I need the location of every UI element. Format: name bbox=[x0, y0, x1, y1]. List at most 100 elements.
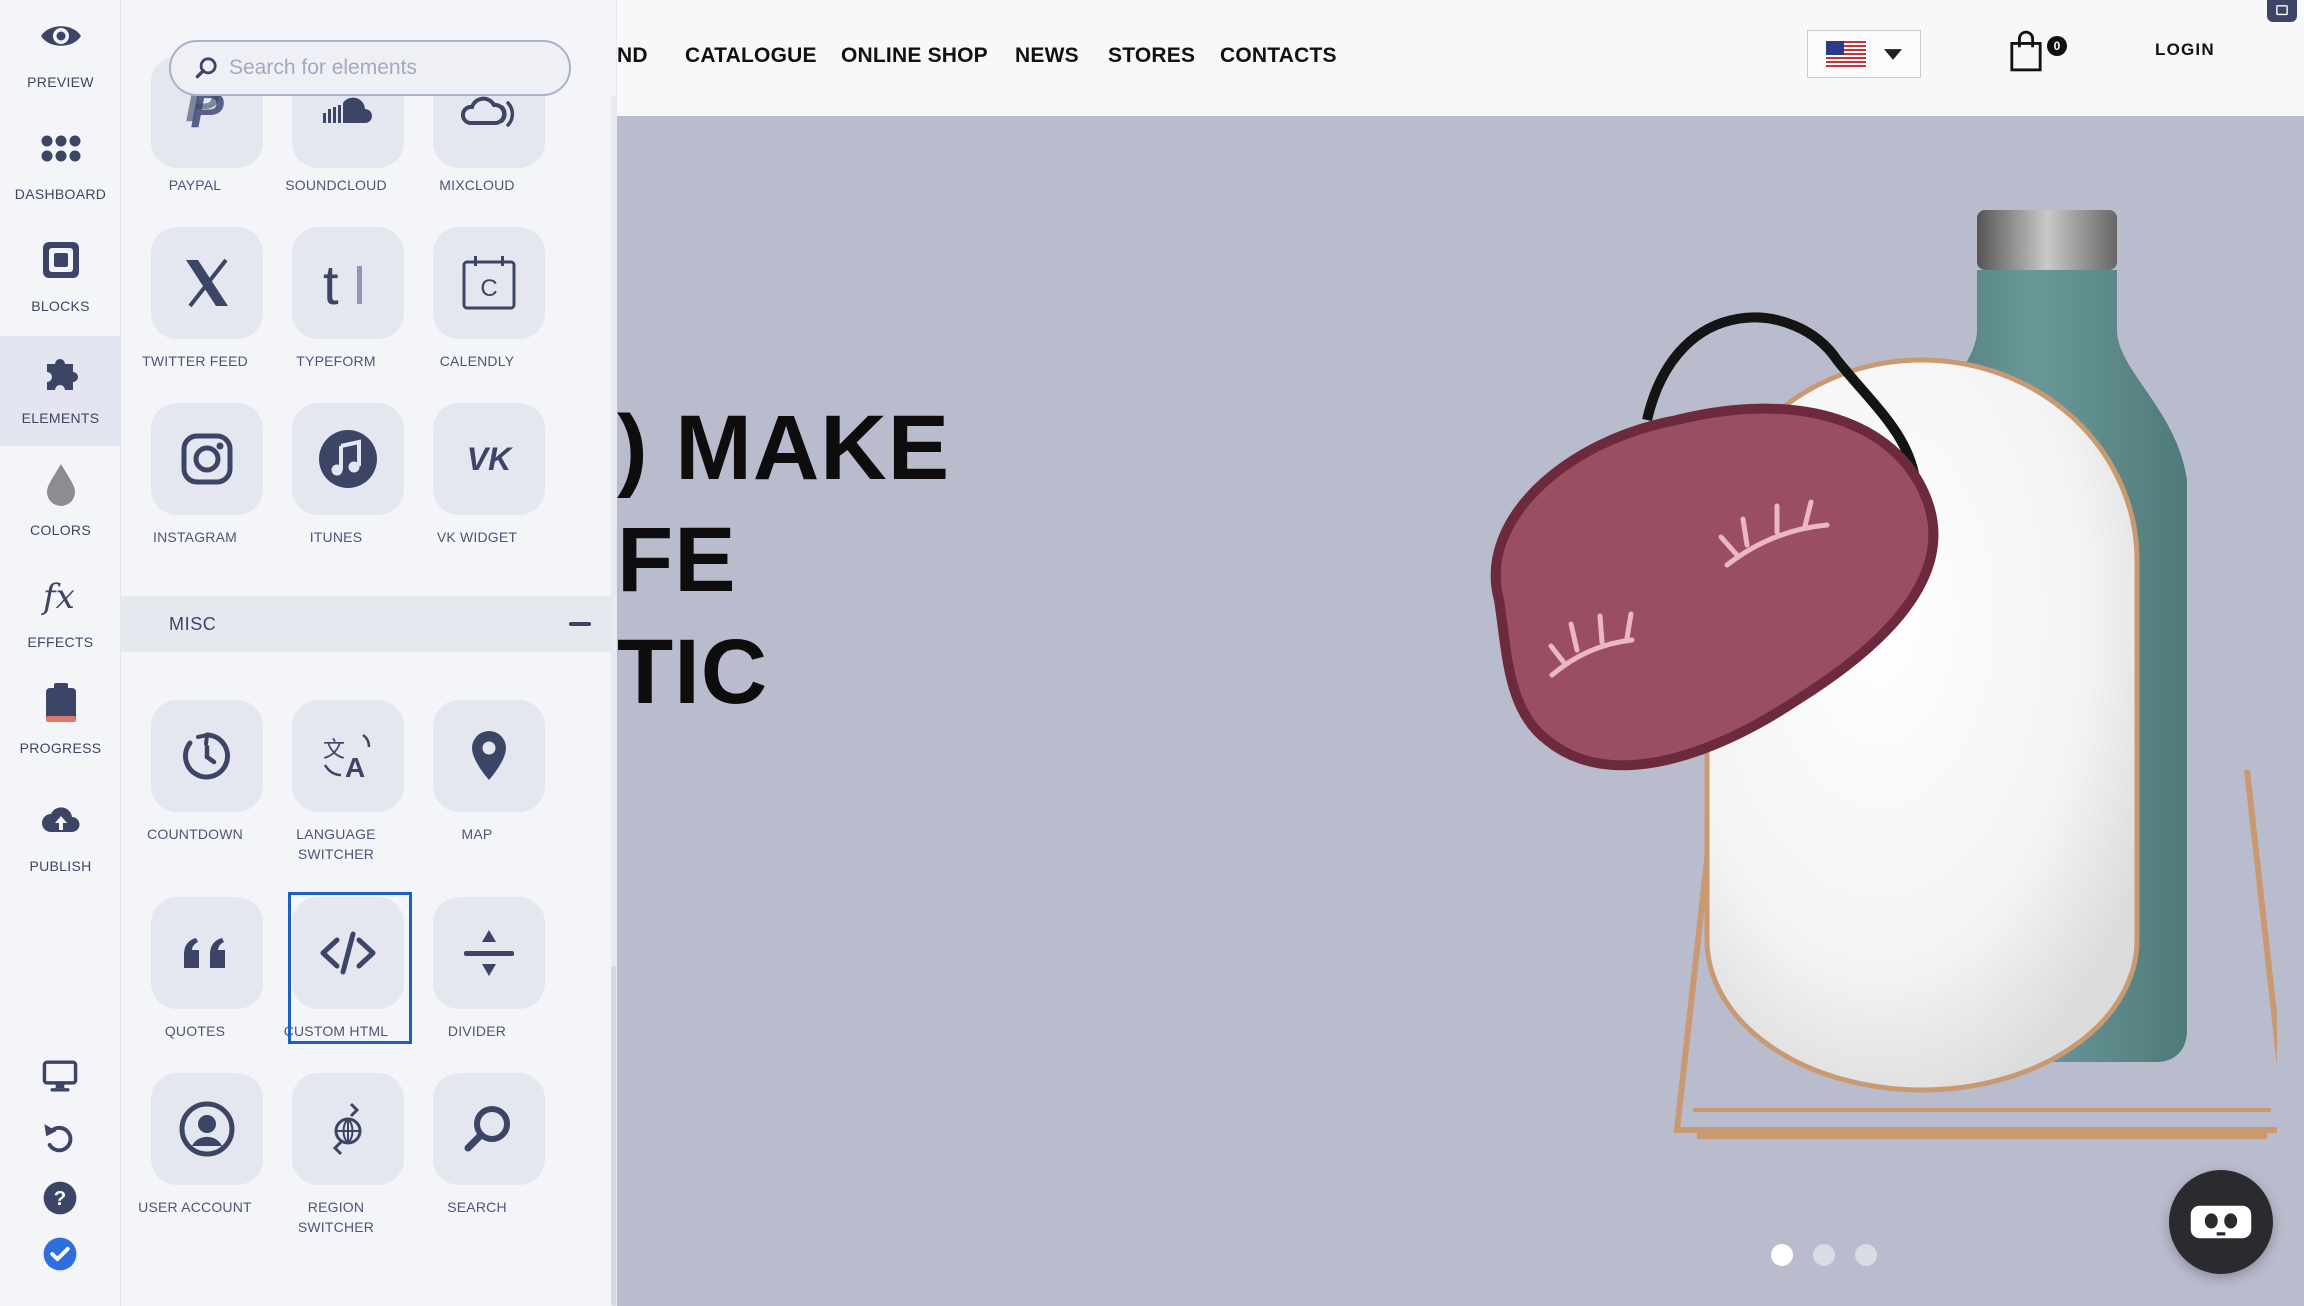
tile-twitter-feed[interactable] bbox=[151, 227, 263, 339]
translate-icon: 文A bbox=[323, 733, 371, 783]
undo-button[interactable] bbox=[38, 1116, 82, 1160]
puzzle-icon bbox=[46, 359, 78, 390]
rail-item-blocks[interactable]: BLOCKS bbox=[0, 224, 121, 334]
svg-text:文: 文 bbox=[323, 738, 345, 763]
divider-icon bbox=[464, 930, 514, 976]
tile-language-switcher[interactable]: 文A bbox=[292, 700, 404, 812]
nav-link-online-shop[interactable]: ONLINE SHOP bbox=[841, 44, 988, 68]
rail-item-dashboard[interactable]: DASHBOARD bbox=[0, 112, 121, 222]
misc-section-title: MISC bbox=[169, 613, 217, 634]
tile-label: USER ACCOUNT bbox=[138, 1199, 252, 1215]
tile-custom-html[interactable] bbox=[292, 897, 404, 1009]
hero-heading-line-3: TIC bbox=[617, 621, 769, 723]
us-flag-icon bbox=[1826, 41, 1866, 67]
music-note-icon bbox=[319, 430, 377, 488]
quote-icon bbox=[184, 938, 225, 968]
rail-label: COLORS bbox=[30, 522, 91, 538]
tile-quotes[interactable] bbox=[151, 897, 263, 1009]
hero-heading-line-2: FE bbox=[617, 509, 737, 611]
hero-product-image bbox=[1490, 210, 2277, 1139]
tile-calendly[interactable]: C bbox=[433, 227, 545, 339]
rail-item-elements[interactable]: ELEMENTS bbox=[0, 336, 121, 446]
hero-heading-line-1: ) MAKE bbox=[617, 397, 951, 499]
tile-label: COUNTDOWN bbox=[147, 826, 243, 842]
tile-label: CUSTOM HTML bbox=[283, 1023, 389, 1039]
nav-link-catalogue[interactable]: CATALOGUE bbox=[685, 44, 817, 68]
block-square-icon bbox=[42, 242, 79, 278]
language-dropdown[interactable] bbox=[1807, 30, 1921, 78]
help-button[interactable]: ? bbox=[38, 1176, 82, 1220]
tile-user-account[interactable] bbox=[151, 1073, 263, 1185]
nav-link-contacts[interactable]: CONTACTS bbox=[1220, 44, 1337, 68]
element-search-input[interactable] bbox=[229, 56, 549, 80]
rail-item-publish[interactable]: PUBLISH bbox=[0, 784, 121, 894]
tablet-icon bbox=[2276, 5, 2288, 16]
rail-item-preview[interactable]: PREVIEW bbox=[0, 0, 121, 110]
nav-link-news[interactable]: NEWS bbox=[1015, 44, 1079, 68]
tile-label: INSTAGRAM bbox=[153, 529, 237, 545]
device-toggle-button[interactable] bbox=[2267, 0, 2297, 22]
slider-dot-2[interactable] bbox=[1813, 1244, 1835, 1266]
tile-label: TYPEFORM bbox=[296, 353, 376, 369]
monitor-icon bbox=[42, 1060, 78, 1092]
site-preview-canvas[interactable]: ND CATALOGUE ONLINE SHOP NEWS STORES CON… bbox=[617, 0, 2304, 1306]
tile-divider[interactable] bbox=[433, 897, 545, 1009]
tile-label: TWITTER FEED bbox=[142, 353, 248, 369]
cloud-upload-icon bbox=[41, 807, 79, 832]
collapse-minus-icon[interactable] bbox=[569, 622, 591, 626]
undo-icon bbox=[44, 1124, 73, 1153]
svg-text:A: A bbox=[345, 752, 365, 783]
desktop-view-button[interactable] bbox=[38, 1054, 82, 1098]
tile-label: DIVIDER bbox=[447, 1023, 507, 1039]
fx-icon: fx bbox=[40, 577, 75, 617]
status-check-button[interactable] bbox=[38, 1232, 82, 1276]
tile-countdown[interactable] bbox=[151, 700, 263, 812]
tile-typeform[interactable]: t bbox=[292, 227, 404, 339]
login-link[interactable]: LOGIN bbox=[2155, 40, 2215, 60]
svg-text:VK: VK bbox=[467, 441, 514, 477]
tile-vk-widget[interactable]: VK bbox=[433, 403, 545, 515]
tile-instagram[interactable] bbox=[151, 403, 263, 515]
rail-label: PREVIEW bbox=[27, 74, 94, 90]
rail-label: DASHBOARD bbox=[14, 186, 107, 202]
tile-map[interactable] bbox=[433, 700, 545, 812]
x-logo-icon bbox=[186, 258, 228, 308]
tile-label: VK WIDGET bbox=[436, 529, 518, 545]
nav-link-stores[interactable]: STORES bbox=[1108, 44, 1195, 68]
tile-label: MIXCLOUD bbox=[439, 177, 515, 193]
nav-link-brand[interactable]: ND bbox=[617, 44, 648, 68]
cart-button[interactable]: 0 bbox=[2009, 30, 2069, 74]
misc-section-header[interactable]: MISC bbox=[121, 596, 611, 652]
slider-dot-1[interactable] bbox=[1771, 1244, 1793, 1266]
rail-label: PUBLISH bbox=[29, 858, 92, 874]
tile-label: QUOTES bbox=[164, 1023, 226, 1039]
drop-icon bbox=[46, 464, 75, 506]
user-circle-icon bbox=[179, 1101, 235, 1157]
tile-label: LANGUAGE SWITCHER bbox=[296, 826, 376, 862]
svg-text:t: t bbox=[323, 253, 339, 314]
instagram-icon bbox=[181, 433, 233, 485]
dots-grid-icon bbox=[41, 135, 80, 162]
search-icon bbox=[464, 1106, 510, 1152]
tile-region-switcher[interactable] bbox=[292, 1073, 404, 1185]
rail-item-colors[interactable]: COLORS bbox=[0, 448, 121, 558]
site-navbar: ND CATALOGUE ONLINE SHOP NEWS STORES CON… bbox=[617, 0, 2304, 116]
slider-dot-3[interactable] bbox=[1855, 1244, 1877, 1266]
rail-label: ELEMENTS bbox=[21, 410, 100, 426]
svg-text:?: ? bbox=[54, 1187, 67, 1210]
robot-face-icon bbox=[2190, 1205, 2252, 1239]
rail-item-progress[interactable]: PROGRESS bbox=[0, 666, 121, 776]
tile-label: PAYPAL bbox=[168, 177, 222, 193]
rail-label: EFFECTS bbox=[27, 634, 94, 650]
clipboard-icon bbox=[45, 683, 76, 722]
rail-label: BLOCKS bbox=[31, 298, 90, 314]
rail-item-effects[interactable]: fx EFFECTS bbox=[0, 560, 121, 670]
search-icon bbox=[195, 57, 217, 79]
tile-itunes[interactable] bbox=[292, 403, 404, 515]
assistant-bot-button[interactable] bbox=[2169, 1170, 2273, 1274]
tile-label: REGION SWITCHER bbox=[297, 1199, 375, 1235]
elements-panel: PP PAYPAL SOUNDCLOUD MIXCLOUD t C TWITTE… bbox=[121, 0, 617, 1306]
cart-count-badge: 0 bbox=[2047, 36, 2067, 56]
tile-label: ITUNES bbox=[309, 529, 363, 545]
tile-search[interactable] bbox=[433, 1073, 545, 1185]
